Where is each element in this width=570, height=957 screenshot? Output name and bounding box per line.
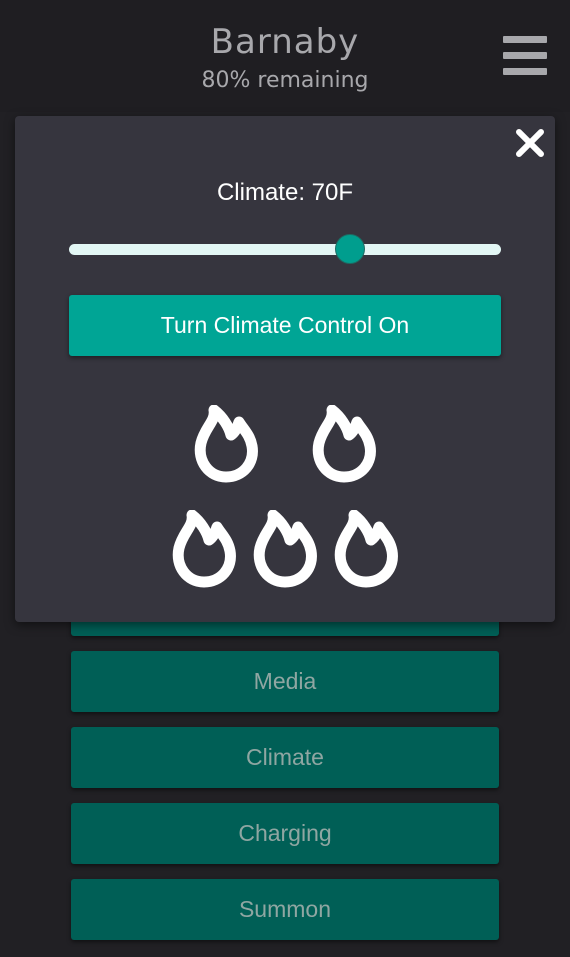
flame-icon[interactable] <box>333 509 399 588</box>
nav-button-climate[interactable]: Climate <box>71 727 499 788</box>
nav-button-charging[interactable]: Charging <box>71 803 499 864</box>
nav-button-summon[interactable]: Summon <box>71 879 499 940</box>
flame-icon[interactable] <box>171 509 237 588</box>
climate-modal: Climate: 70F Turn Climate Control On <box>15 116 555 622</box>
flame-icon[interactable] <box>252 509 318 588</box>
vehicle-name: Barnaby <box>210 22 360 62</box>
climate-temperature-label: Climate: 70F <box>216 179 354 206</box>
app-header: Barnaby 80% remaining <box>0 0 570 112</box>
climate-control-toggle-button[interactable]: Turn Climate Control On <box>69 295 501 356</box>
nav-button-media[interactable]: Media <box>71 651 499 712</box>
close-icon[interactable] <box>513 126 547 160</box>
menu-bar <box>503 36 547 43</box>
temperature-slider-thumb[interactable] <box>334 234 365 264</box>
hamburger-menu-icon[interactable] <box>503 36 547 76</box>
menu-bar <box>503 52 547 59</box>
menu-bar <box>503 68 547 75</box>
temperature-slider-track[interactable] <box>69 244 501 255</box>
battery-remaining: 80% remaining <box>201 68 369 93</box>
flame-icon[interactable] <box>193 404 259 483</box>
flame-icon[interactable] <box>311 404 377 483</box>
